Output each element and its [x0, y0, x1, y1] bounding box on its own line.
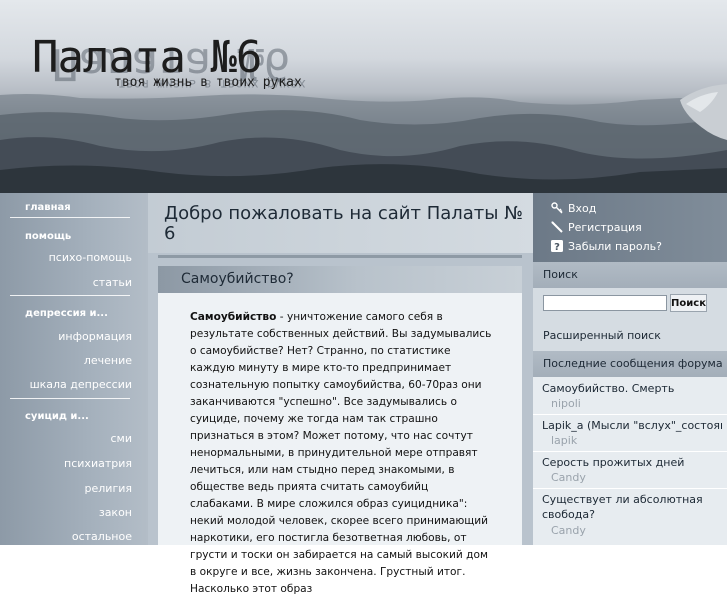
svg-text:?: ?: [554, 242, 560, 252]
nav-home[interactable]: главная: [25, 202, 71, 213]
left-navigation: главная помощь психо-помощь статьи депре…: [0, 193, 148, 545]
forum-topics-list: Самоубийство. Смерть nipoli Lapik_a (Мыс…: [533, 377, 727, 545]
nav-item-media[interactable]: сми: [111, 432, 133, 445]
question-icon: ?: [551, 240, 563, 252]
forum-topic-author[interactable]: Candy: [551, 524, 586, 537]
nav-item-information[interactable]: информация: [58, 330, 132, 343]
forum-topic-link[interactable]: Lapik_a (Мысли "вслух"_состоян...: [542, 418, 722, 433]
nav-item-law[interactable]: закон: [99, 506, 132, 519]
page-title: Добро пожаловать на сайт Палаты № 6: [164, 203, 523, 244]
forum-topic-link[interactable]: Самоубийство. Смерть: [542, 381, 722, 396]
nav-item-treatment[interactable]: лечение: [84, 354, 132, 367]
forgot-password-link[interactable]: ? Забыли пароль?: [551, 240, 662, 253]
forum-topic-author[interactable]: Candy: [551, 471, 586, 484]
register-link[interactable]: Регистрация: [551, 221, 642, 234]
article-header: Самоубийство?: [158, 266, 522, 293]
article-body-bold: Самоубийство: [190, 311, 277, 323]
nav-divider: [10, 217, 130, 218]
nav-item-psychiatry[interactable]: психиатрия: [64, 457, 132, 470]
site-slogan: твоя жизнь в твоих руках: [114, 75, 302, 90]
article-body-text: - уничтожение самого себя в результате с…: [190, 311, 492, 595]
forum-topic-link[interactable]: Серость прожитых дней: [542, 455, 722, 470]
forum-divider: [533, 414, 727, 415]
nav-item-other[interactable]: остальное: [72, 530, 132, 543]
mountain-landscape-image: [0, 84, 727, 193]
forum-topic-author[interactable]: lapik: [551, 434, 577, 447]
forum-divider: [533, 451, 727, 452]
pencil-icon: [551, 221, 563, 233]
nav-help-header[interactable]: помощь: [25, 231, 71, 242]
article-body: Самоубийство - уничтожение самого себя в…: [190, 309, 494, 598]
register-label: Регистрация: [568, 221, 642, 234]
nav-item-religion[interactable]: религия: [85, 482, 132, 495]
nav-suicide-header[interactable]: суицид и...: [25, 411, 89, 422]
forum-divider: [533, 488, 727, 489]
key-icon: [551, 202, 563, 214]
nav-divider: [10, 398, 130, 399]
main-content: Добро пожаловать на сайт Палаты № 6 Само…: [148, 193, 533, 595]
forum-topic-link[interactable]: Существует ли абсолютная свобода?: [542, 492, 712, 522]
article: Самоубийство? Самоубийство - уничтожение…: [158, 266, 522, 595]
title-area: Добро пожаловать на сайт Палаты № 6: [148, 193, 533, 253]
nav-depression-header[interactable]: депрессия и...: [25, 308, 108, 319]
search-input[interactable]: [543, 295, 667, 311]
login-link[interactable]: Вход: [551, 202, 596, 215]
search-heading: Поиск: [543, 268, 578, 281]
advanced-search-link[interactable]: Расширенный поиск: [543, 329, 661, 342]
login-label: Вход: [568, 202, 597, 215]
site-header: Палата №6 твоя жизнь в твоих руках Палат…: [0, 0, 727, 193]
title-divider: [158, 255, 522, 258]
right-sidebar: Вход Регистрация ? Забыли пароль? Поиск П…: [533, 193, 727, 545]
forgot-password-label: Забыли пароль?: [568, 240, 662, 253]
nav-divider: [10, 295, 130, 296]
nav-item-depression-scale[interactable]: шкала депрессии: [30, 378, 132, 391]
article-title[interactable]: Самоубийство?: [181, 271, 294, 287]
forum-heading: Последние сообщения форума: [543, 357, 723, 370]
user-links: Вход Регистрация ? Забыли пароль?: [533, 193, 727, 262]
search-button[interactable]: Поиск: [670, 294, 707, 312]
nav-item-psycho-help[interactable]: психо-помощь: [49, 251, 132, 264]
forum-block-header: Последние сообщения форума: [533, 351, 727, 377]
nav-item-articles[interactable]: статьи: [93, 276, 132, 289]
forum-topic-author[interactable]: nipoli: [551, 397, 581, 410]
search-block-header: Поиск: [533, 262, 727, 288]
